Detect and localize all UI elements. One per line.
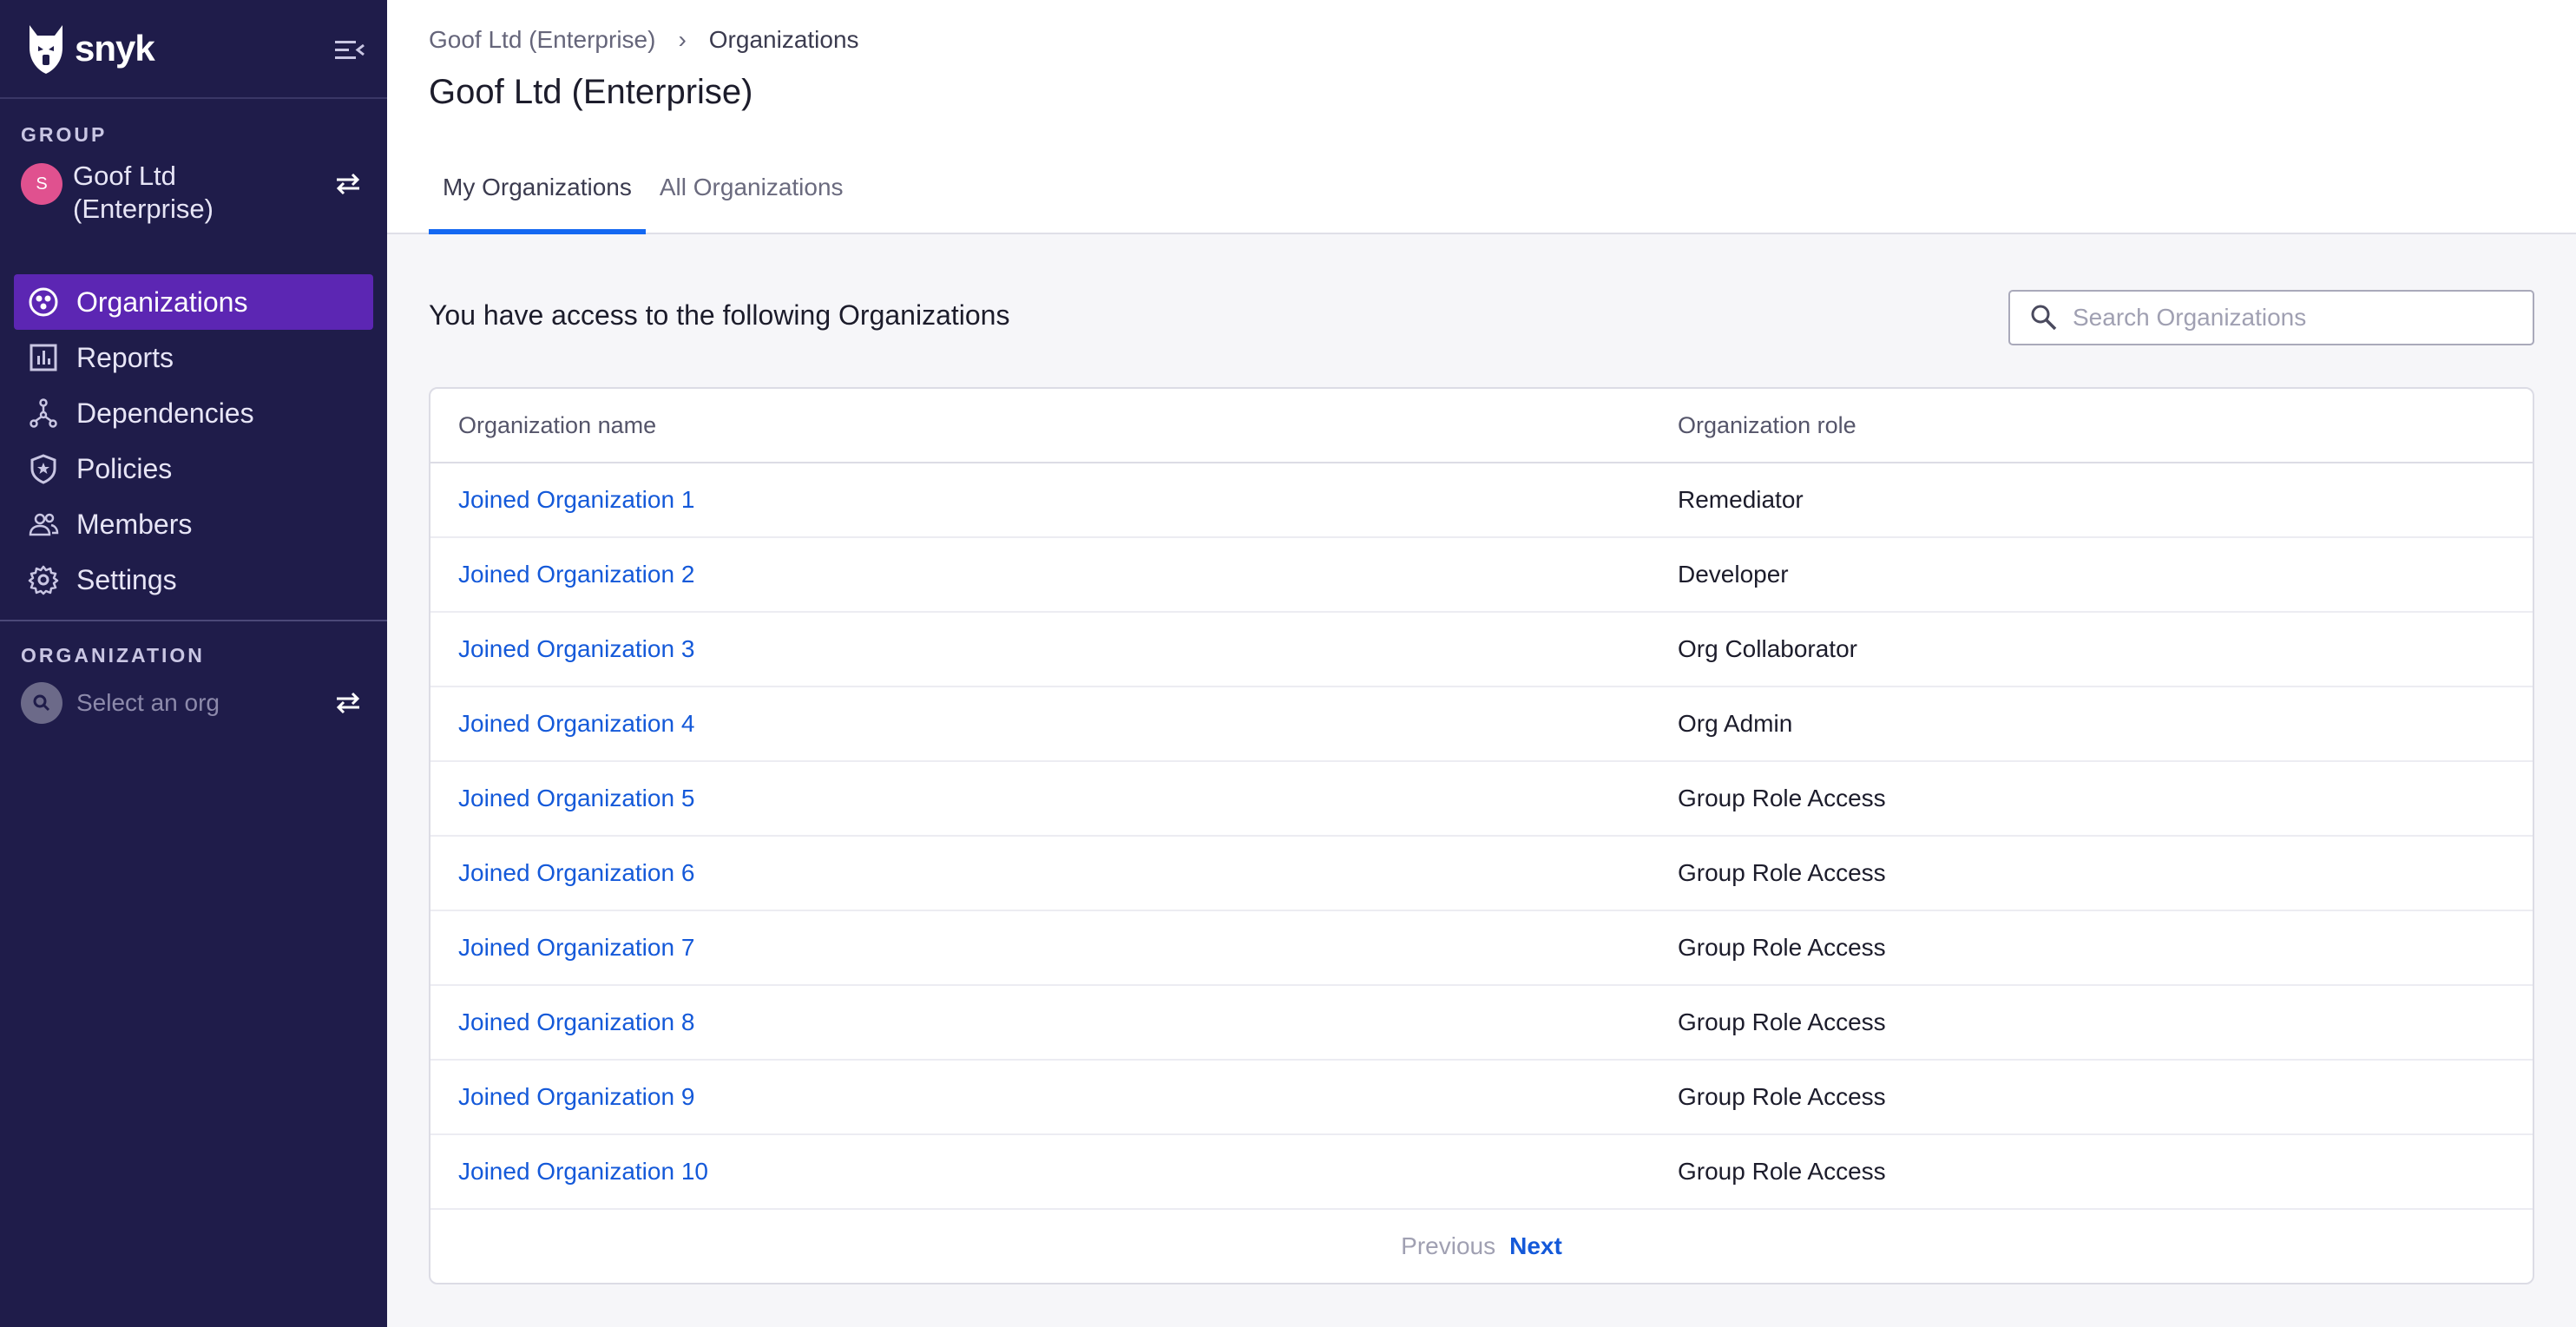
org-section-label: ORGANIZATION xyxy=(21,644,205,667)
snyk-dog-icon xyxy=(30,25,62,74)
dependencies-icon xyxy=(30,398,57,428)
table-row: Joined Organization 10 Group Role Access xyxy=(430,1135,2533,1210)
org-link[interactable]: Joined Organization 9 xyxy=(458,1083,694,1110)
column-header-name[interactable]: Organization name xyxy=(430,412,1678,439)
organizations-table: Organization name Organization role Join… xyxy=(429,387,2534,1284)
chevron-right-icon: › xyxy=(678,26,687,53)
org-role: Developer xyxy=(1678,561,1789,588)
org-search-icon xyxy=(21,682,62,724)
sidebar-item-dependencies[interactable]: Dependencies xyxy=(14,385,373,441)
table-row: Joined Organization 7 Group Role Access xyxy=(430,911,2533,986)
org-role: Group Role Access xyxy=(1678,785,1886,811)
sidebar-item-label: Members xyxy=(76,508,193,540)
tab-my-organizations[interactable]: My Organizations xyxy=(429,163,646,234)
search-organizations[interactable] xyxy=(2008,290,2534,345)
column-header-role[interactable]: Organization role xyxy=(1678,412,2533,439)
gear-icon xyxy=(28,565,59,595)
org-link[interactable]: Joined Organization 4 xyxy=(458,710,694,737)
sidebar: snyk GROUP S Goof Ltd (Enterprise) Organ… xyxy=(0,0,387,1327)
sidebar-item-members[interactable]: Members xyxy=(14,496,373,552)
next-page-button[interactable]: Next xyxy=(1509,1232,1562,1260)
sidebar-item-organizations[interactable]: Organizations xyxy=(14,274,373,330)
group-name: Goof Ltd (Enterprise) xyxy=(73,161,214,224)
org-role: Group Role Access xyxy=(1678,1083,1886,1110)
brand-bar: snyk xyxy=(0,0,387,99)
members-icon xyxy=(29,513,59,536)
group-section-label: GROUP xyxy=(21,123,108,146)
policies-icon xyxy=(30,454,56,484)
section-heading: You have access to the following Organiz… xyxy=(429,299,1010,331)
org-link[interactable]: Joined Organization 8 xyxy=(458,1008,694,1035)
sidebar-item-settings[interactable]: Settings xyxy=(14,552,373,608)
table-row: Joined Organization 5 Group Role Access xyxy=(430,762,2533,837)
sidebar-item-label: Reports xyxy=(76,341,174,373)
tab-bar: My Organizations All Organizations xyxy=(429,163,858,234)
table-row: Joined Organization 8 Group Role Access xyxy=(430,986,2533,1061)
sidebar-item-label: Organizations xyxy=(76,286,248,318)
switch-group-icon[interactable] xyxy=(333,172,363,196)
brand-name: snyk xyxy=(75,28,155,69)
table-row: Joined Organization 1 Remediator xyxy=(430,463,2533,538)
collapse-sidebar-icon[interactable] xyxy=(335,38,365,62)
org-link[interactable]: Joined Organization 2 xyxy=(458,561,694,588)
tab-all-organizations[interactable]: All Organizations xyxy=(646,163,858,233)
sidebar-divider xyxy=(0,620,387,621)
pagination: Previous Next xyxy=(430,1210,2533,1283)
org-selector[interactable]: Select an org xyxy=(0,677,387,729)
sidebar-item-label: Settings xyxy=(76,563,177,595)
org-selector-placeholder: Select an org xyxy=(76,689,220,716)
org-role: Group Role Access xyxy=(1678,1158,1886,1185)
table-row: Joined Organization 4 Org Admin xyxy=(430,687,2533,762)
table-row: Joined Organization 9 Group Role Access xyxy=(430,1061,2533,1135)
page-header: Goof Ltd (Enterprise) › Organizations Go… xyxy=(387,0,2576,234)
org-link[interactable]: Joined Organization 3 xyxy=(458,635,694,662)
org-link[interactable]: Joined Organization 1 xyxy=(458,486,694,513)
org-role: Remediator xyxy=(1678,486,1804,513)
organizations-icon xyxy=(29,287,58,317)
table-header: Organization name Organization role xyxy=(430,389,2533,463)
sidebar-item-policies[interactable]: Policies xyxy=(14,441,373,496)
org-role: Group Role Access xyxy=(1678,1008,1886,1035)
breadcrumb-current: Organizations xyxy=(708,26,859,53)
sidebar-item-label: Policies xyxy=(76,452,173,484)
switch-org-icon[interactable] xyxy=(333,691,363,715)
page-title: Goof Ltd (Enterprise) xyxy=(429,73,753,111)
reports-icon xyxy=(30,344,57,371)
group-nav: Organizations Reports Dependencies Polic… xyxy=(0,274,387,608)
search-icon xyxy=(2031,305,2057,331)
org-link[interactable]: Joined Organization 10 xyxy=(458,1158,708,1185)
breadcrumb: Goof Ltd (Enterprise) › Organizations xyxy=(429,26,859,54)
avatar: S xyxy=(21,163,62,205)
table-row: Joined Organization 6 Group Role Access xyxy=(430,837,2533,911)
org-role: Org Admin xyxy=(1678,710,1793,737)
sidebar-item-reports[interactable]: Reports xyxy=(14,330,373,385)
org-role: Group Role Access xyxy=(1678,859,1886,886)
org-link[interactable]: Joined Organization 6 xyxy=(458,859,694,886)
search-input[interactable] xyxy=(2073,304,2524,332)
table-row: Joined Organization 3 Org Collaborator xyxy=(430,613,2533,687)
breadcrumb-parent[interactable]: Goof Ltd (Enterprise) xyxy=(429,26,655,54)
org-role: Org Collaborator xyxy=(1678,635,1857,662)
table-row: Joined Organization 2 Developer xyxy=(430,538,2533,613)
snyk-logo[interactable]: snyk xyxy=(26,22,155,76)
org-link[interactable]: Joined Organization 5 xyxy=(458,785,694,811)
sidebar-item-label: Dependencies xyxy=(76,397,254,429)
previous-page-button[interactable]: Previous xyxy=(1401,1232,1495,1260)
org-link[interactable]: Joined Organization 7 xyxy=(458,934,694,961)
org-role: Group Role Access xyxy=(1678,934,1886,961)
group-selector[interactable]: S Goof Ltd (Enterprise) xyxy=(0,156,387,278)
